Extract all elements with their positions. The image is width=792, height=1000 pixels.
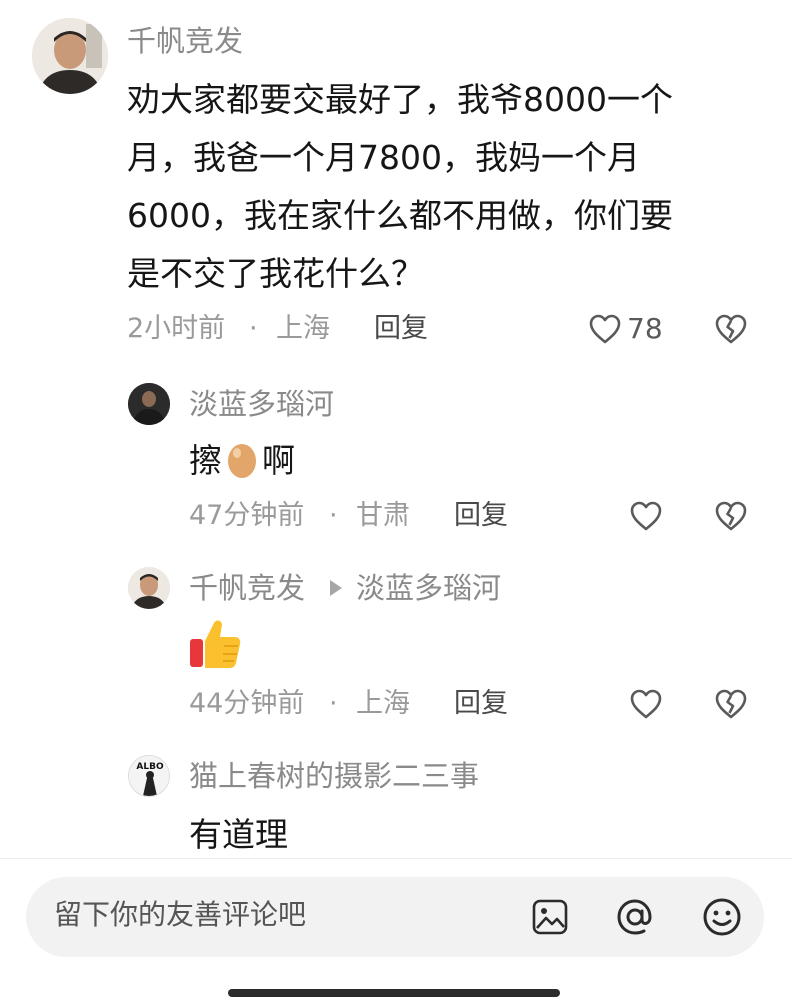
smiley-icon[interactable] <box>700 896 744 938</box>
comment-text-before: 擦 <box>189 441 222 480</box>
comment-location: 甘肃 <box>356 500 410 531</box>
home-indicator <box>228 989 560 997</box>
comment-username[interactable]: 千帆竞发 <box>127 27 243 56</box>
avatar[interactable]: ALBO <box>128 755 170 797</box>
comment-time: 2小时前 <box>127 313 226 344</box>
comment-text-after: 啊 <box>262 441 295 480</box>
heart-outline-icon[interactable] <box>629 500 663 532</box>
egg-emoji-icon <box>225 439 259 479</box>
comment-text: 劝大家都要交最好了，我爷8000一个 月，我爸一个月7800，我妈一个月 600… <box>127 71 767 303</box>
comment-username[interactable]: 猫上春树的摄影二三事 <box>189 762 479 791</box>
reply-to-username[interactable]: 淡蓝多瑙河 <box>356 574 501 603</box>
divider <box>0 858 792 859</box>
comment-time: 44分钟前 <box>189 688 305 719</box>
comment-input-placeholder: 留下你的友善评论吧 <box>54 898 307 931</box>
reply-button[interactable]: 回复 <box>454 502 508 529</box>
comment-username[interactable]: 淡蓝多瑙河 <box>189 390 334 419</box>
meta-separator: · <box>329 688 338 719</box>
like-count: 78 <box>627 312 663 345</box>
comment-text: 有道理 <box>189 815 288 854</box>
broken-heart-icon[interactable] <box>714 313 748 345</box>
comment-text-line: 是不交了我花什么？ <box>127 254 424 293</box>
thumbs-up-emoji-icon <box>188 617 244 671</box>
broken-heart-icon[interactable] <box>714 688 748 720</box>
comment-location: 上海 <box>356 688 410 719</box>
at-icon[interactable] <box>613 896 657 938</box>
comment-text-line: 月，我爸一个月7800，我妈一个月 <box>127 138 640 177</box>
avatar-text: ALBO <box>136 762 164 772</box>
reply-button[interactable]: 回复 <box>454 690 508 717</box>
avatar[interactable] <box>32 18 108 94</box>
meta-separator: · <box>249 313 258 344</box>
heart-outline-icon[interactable] <box>588 313 622 345</box>
reply-button[interactable]: 回复 <box>374 315 428 342</box>
comment-text-line: 6000，我在家什么都不用做，你们要 <box>127 196 673 235</box>
avatar[interactable] <box>128 383 170 425</box>
comment-username[interactable]: 千帆竞发 <box>189 574 305 603</box>
avatar[interactable] <box>128 567 170 609</box>
comment-location: 上海 <box>276 313 330 344</box>
image-icon[interactable] <box>531 898 569 936</box>
meta-separator: · <box>329 500 338 531</box>
reply-arrow-icon <box>330 580 342 596</box>
heart-outline-icon[interactable] <box>629 688 663 720</box>
comment-text: 擦 啊 <box>189 432 295 490</box>
comment-time: 47分钟前 <box>189 500 305 531</box>
broken-heart-icon[interactable] <box>714 500 748 532</box>
comment-text-line: 劝大家都要交最好了，我爷8000一个 <box>127 80 673 119</box>
